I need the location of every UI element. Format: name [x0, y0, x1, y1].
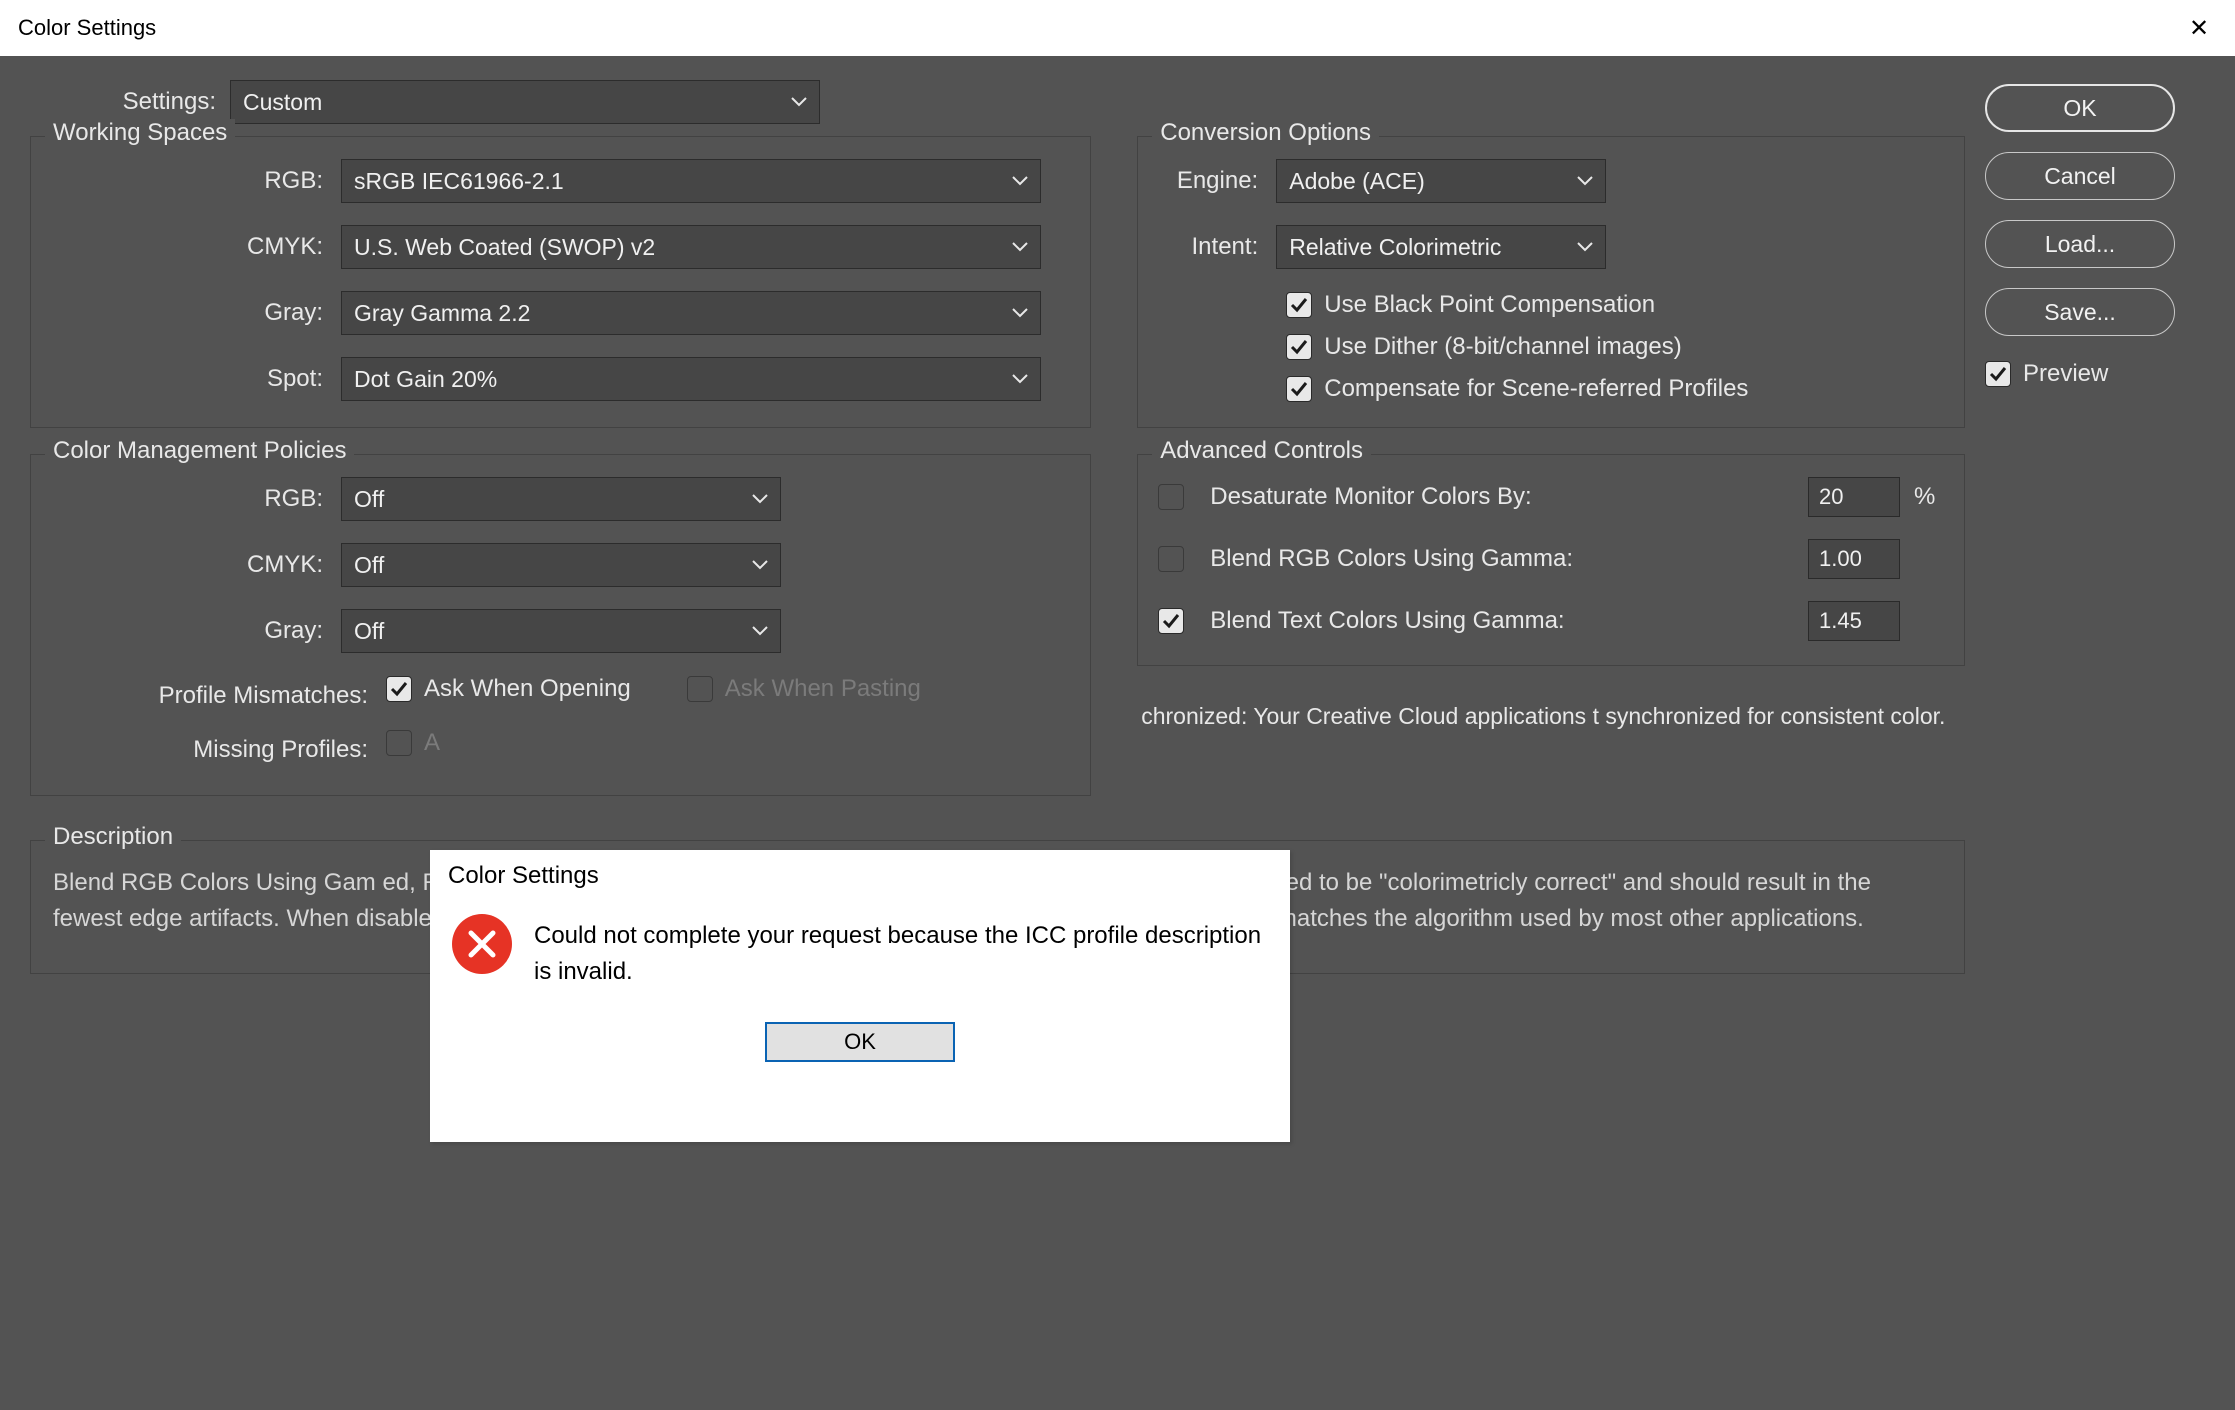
error-icon [452, 914, 512, 974]
ws-rgb-dropdown[interactable]: sRGB IEC61966-2.1 [341, 159, 1041, 203]
blend-rgb-input[interactable]: 1.00 [1808, 539, 1900, 579]
error-ok-button[interactable]: OK [765, 1022, 955, 1062]
chevron-down-icon [1577, 176, 1593, 186]
desat-label: Desaturate Monitor Colors By: [1210, 483, 1794, 511]
ws-cmyk-value: U.S. Web Coated (SWOP) v2 [354, 234, 655, 261]
ws-cmyk-label: CMYK: [51, 233, 341, 261]
missing-label: Missing Profiles: [51, 736, 386, 764]
window-title: Color Settings [18, 15, 156, 41]
ws-gray-dropdown[interactable]: Gray Gamma 2.2 [341, 291, 1041, 335]
working-spaces-group: Working Spaces RGB: sRGB IEC61966-2.1 CM… [30, 136, 1091, 428]
save-button[interactable]: Save... [1985, 288, 2175, 336]
error-message: Could not complete your request because … [534, 914, 1268, 990]
intent-label: Intent: [1158, 233, 1276, 261]
ws-gray-label: Gray: [51, 299, 341, 327]
error-title: Color Settings [430, 850, 1290, 896]
engine-dropdown[interactable]: Adobe (ACE) [1276, 159, 1606, 203]
pol-cmyk-label: CMYK: [51, 551, 341, 579]
chevron-down-icon [1577, 242, 1593, 252]
blend-text-checkbox[interactable] [1158, 608, 1184, 634]
ws-rgb-value: sRGB IEC61966-2.1 [354, 168, 564, 195]
ws-spot-value: Dot Gain 20% [354, 366, 497, 393]
chevron-down-icon [1012, 176, 1028, 186]
desat-unit: % [1914, 483, 1944, 511]
missing-ask-label: A [424, 729, 440, 757]
blend-rgb-checkbox[interactable] [1158, 546, 1184, 572]
dither-checkbox[interactable] [1286, 334, 1312, 360]
pol-rgb-label: RGB: [51, 485, 341, 513]
engine-value: Adobe (ACE) [1289, 168, 1425, 195]
ws-spot-label: Spot: [51, 365, 341, 393]
load-button[interactable]: Load... [1985, 220, 2175, 268]
intent-value: Relative Colorimetric [1289, 234, 1501, 261]
ws-gray-value: Gray Gamma 2.2 [354, 300, 530, 327]
chevron-down-icon [752, 560, 768, 570]
pol-cmyk-dropdown[interactable]: Off [341, 543, 781, 587]
settings-value: Custom [243, 89, 322, 116]
working-spaces-title: Working Spaces [45, 119, 235, 147]
blend-rgb-label: Blend RGB Colors Using Gamma: [1210, 545, 1794, 573]
pol-gray-dropdown[interactable]: Off [341, 609, 781, 653]
cancel-button[interactable]: Cancel [1985, 152, 2175, 200]
description-title: Description [45, 823, 181, 851]
chevron-down-icon [791, 97, 807, 107]
chevron-down-icon [1012, 242, 1028, 252]
dither-label: Use Dither (8-bit/channel images) [1324, 333, 1681, 361]
chevron-down-icon [752, 494, 768, 504]
ws-rgb-label: RGB: [51, 167, 341, 195]
desat-input[interactable]: 20 [1808, 477, 1900, 517]
error-dialog: Color Settings Could not complete your r… [430, 850, 1290, 1142]
conversion-group: Conversion Options Engine: Adobe (ACE) I… [1137, 136, 1965, 428]
missing-ask-checkbox[interactable] [386, 730, 412, 756]
pol-rgb-dropdown[interactable]: Off [341, 477, 781, 521]
ask-pasting-checkbox[interactable] [687, 676, 713, 702]
pol-gray-value: Off [354, 618, 384, 645]
ask-opening-checkbox[interactable] [386, 676, 412, 702]
ws-spot-dropdown[interactable]: Dot Gain 20% [341, 357, 1041, 401]
ws-cmyk-dropdown[interactable]: U.S. Web Coated (SWOP) v2 [341, 225, 1041, 269]
pol-gray-label: Gray: [51, 617, 341, 645]
sync-note: chronized: Your Creative Cloud applicati… [1137, 692, 1965, 737]
intent-dropdown[interactable]: Relative Colorimetric [1276, 225, 1606, 269]
ask-opening-label: Ask When Opening [424, 675, 631, 703]
policies-title: Color Management Policies [45, 437, 354, 465]
advanced-title: Advanced Controls [1152, 437, 1371, 465]
chevron-down-icon [752, 626, 768, 636]
close-icon[interactable]: ✕ [2175, 14, 2223, 43]
advanced-group: Advanced Controls Desaturate Monitor Col… [1137, 454, 1965, 666]
blend-text-label: Blend Text Colors Using Gamma: [1210, 607, 1794, 635]
desat-checkbox[interactable] [1158, 484, 1184, 510]
pol-cmyk-value: Off [354, 552, 384, 579]
settings-label: Settings: [90, 88, 230, 116]
settings-dropdown[interactable]: Custom [230, 80, 820, 124]
conversion-title: Conversion Options [1152, 119, 1379, 147]
preview-checkbox[interactable] [1985, 361, 2011, 387]
blend-text-input[interactable]: 1.45 [1808, 601, 1900, 641]
compensate-label: Compensate for Scene-referred Profiles [1324, 375, 1748, 403]
pol-rgb-value: Off [354, 486, 384, 513]
bpc-label: Use Black Point Compensation [1324, 291, 1655, 319]
ask-pasting-label: Ask When Pasting [725, 675, 921, 703]
engine-label: Engine: [1158, 167, 1276, 195]
policies-group: Color Management Policies RGB: Off CMYK:… [30, 454, 1091, 796]
chevron-down-icon [1012, 308, 1028, 318]
compensate-checkbox[interactable] [1286, 376, 1312, 402]
ok-button[interactable]: OK [1985, 84, 2175, 132]
bpc-checkbox[interactable] [1286, 292, 1312, 318]
mismatch-label: Profile Mismatches: [51, 682, 386, 710]
chevron-down-icon [1012, 374, 1028, 384]
titlebar: Color Settings ✕ [0, 0, 2235, 56]
preview-label: Preview [2023, 360, 2108, 388]
